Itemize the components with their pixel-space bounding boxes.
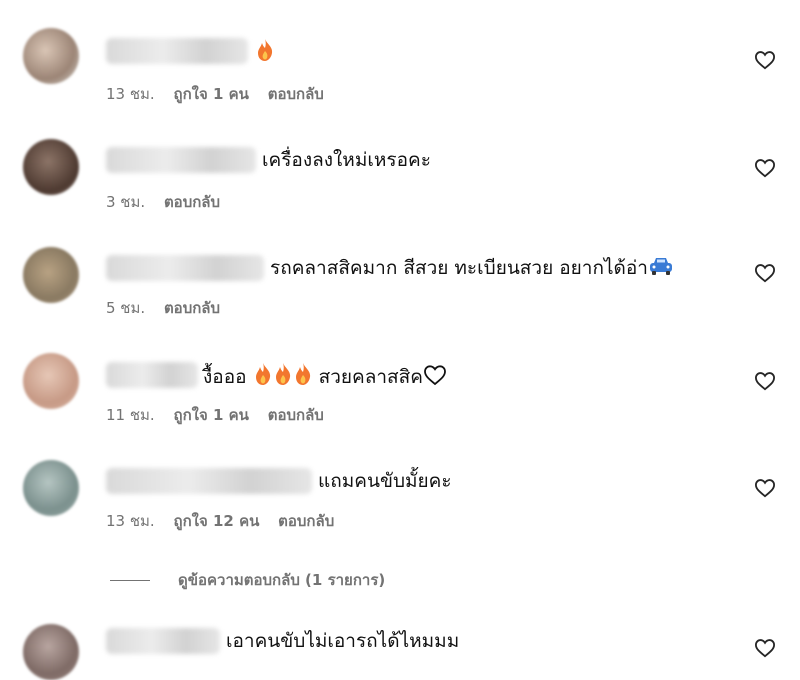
likes-count[interactable]: ถูกใจ 12 คน [173, 511, 259, 531]
reply-button[interactable]: ตอบกลับ [278, 511, 334, 531]
comment-time: 11 ชม. [106, 406, 155, 424]
avatar[interactable] [23, 139, 79, 195]
comment-time: 13 ชม. [106, 512, 155, 530]
username-blurred[interactable] [106, 255, 264, 281]
reply-button[interactable]: ตอบกลับ [268, 84, 324, 104]
comment-meta: 11 ชม. ถูกใจ 1 คน ตอบกลับ [106, 405, 338, 425]
comment-item: เอาคนขับไม่เอารถได้ไหมมม [0, 608, 800, 680]
like-heart-icon[interactable] [754, 371, 776, 391]
comment-text: เครื่องลงใหม่เหรอคะ [262, 149, 431, 171]
comment-item: 13 ชม. ถูกใจ 1 คน ตอบกลับ [0, 0, 800, 103]
comment-meta: 13 ชม. ถูกใจ 12 คน ตอบกลับ [106, 511, 348, 531]
avatar[interactable] [23, 353, 79, 409]
likes-count[interactable]: ถูกใจ 1 คน [173, 405, 248, 425]
username-blurred[interactable] [106, 628, 220, 654]
like-heart-icon[interactable] [754, 158, 776, 178]
username-blurred[interactable] [106, 38, 248, 64]
comment-text: เอาคนขับไม่เอารถได้ไหมมม [226, 630, 460, 652]
likes-count[interactable]: ถูกใจ 1 คน [173, 84, 248, 104]
avatar[interactable] [23, 460, 79, 516]
comment-time: 13 ชม. [106, 85, 155, 103]
like-heart-icon[interactable] [754, 263, 776, 283]
like-heart-icon[interactable] [754, 638, 776, 658]
fire-emoji-icon [253, 362, 273, 393]
username-blurred[interactable] [106, 147, 256, 173]
view-replies-button[interactable]: ดูข้อความตอบกลับ (1 รายการ) [110, 568, 385, 589]
comment-meta: 13 ชม. ถูกใจ 1 คน ตอบกลับ [106, 84, 338, 104]
reply-button[interactable]: ตอบกลับ [164, 298, 220, 318]
comment-meta: 3 ชม. ตอบกลับ [106, 192, 234, 212]
username-blurred[interactable] [106, 362, 198, 388]
comment-time: 5 ชม. [106, 299, 146, 317]
like-heart-icon[interactable] [754, 50, 776, 70]
comments-feed: 13 ชม. ถูกใจ 1 คน ตอบกลับ เครื่องลงใหม่เ… [0, 0, 800, 680]
reply-button[interactable]: ตอบกลับ [268, 405, 324, 425]
like-heart-icon[interactable] [754, 478, 776, 498]
comment-item: รถคลาสสิคมาก สีสวย ทะเบียนสวย อยากได้อ่า… [0, 215, 800, 318]
comment-time: 3 ชม. [106, 193, 146, 211]
comment-text [255, 38, 275, 69]
avatar[interactable] [23, 28, 79, 84]
fire-emoji-icon [273, 362, 293, 393]
comment-text: รถคลาสสิคมาก สีสวย ทะเบียนสวย อยากได้อ่า [270, 255, 674, 284]
comment-item: เครื่องลงใหม่เหรอคะ 3 ชม. ตอบกลับ [0, 107, 800, 211]
comment-text: งื้อออ สวยคลาสสิค [203, 362, 447, 393]
username-blurred[interactable] [106, 468, 312, 494]
comment-meta: 5 ชม. ตอบกลับ [106, 298, 234, 318]
comment-item: แถมคนขับมั้ยคะ 13 ชม. ถูกใจ 12 คน ตอบกลั… [0, 432, 800, 532]
divider-line [110, 580, 150, 581]
car-emoji-icon [648, 255, 674, 284]
comment-item: งื้อออ สวยคลาสสิค 11 ชม. ถูกใจ 1 คน ตอบก… [0, 323, 800, 425]
avatar[interactable] [23, 247, 79, 303]
avatar[interactable] [23, 624, 79, 680]
fire-emoji-icon [255, 38, 275, 69]
comment-text: แถมคนขับมั้ยคะ [318, 470, 452, 492]
heart-emoji-icon [423, 364, 447, 393]
reply-button[interactable]: ตอบกลับ [164, 192, 220, 212]
fire-emoji-icon [293, 362, 313, 393]
